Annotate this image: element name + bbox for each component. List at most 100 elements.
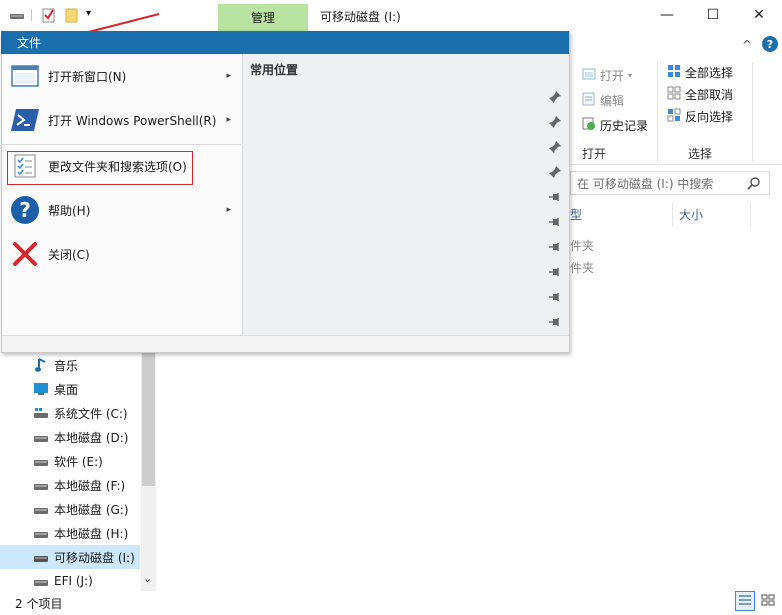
ribbon-history-button[interactable]: 历史记录 <box>582 117 648 134</box>
select-all-button[interactable]: 全部选择 <box>667 64 733 81</box>
ribbon-group-select: 选择 <box>688 147 713 161</box>
pin-icon[interactable] <box>548 90 562 107</box>
column-divider[interactable] <box>672 203 673 227</box>
pin-icon[interactable] <box>548 115 562 132</box>
nav-item[interactable]: 可移动磁盘 (I:) <box>0 545 140 569</box>
desktop-icon <box>33 382 49 396</box>
nav-item-label: EFI (J:) <box>54 574 93 588</box>
nav-item-label: 音乐 <box>54 358 79 373</box>
drive-icon[interactable] <box>9 7 25 23</box>
menu-item-label: 打开 Windows PowerShell(R) <box>48 113 217 128</box>
highlight-annotation <box>7 151 193 185</box>
menu-item[interactable]: ? 帮助(H) ▸ <box>2 188 241 232</box>
nav-item-label: 本地磁盘 (F:) <box>54 478 126 493</box>
ribbon-divider <box>752 62 753 162</box>
edit-icon <box>582 92 596 109</box>
chevron-right-icon: ▸ <box>226 71 231 81</box>
thumbnail-view-icon <box>761 594 775 609</box>
nav-scrollbar-thumb[interactable] <box>142 353 155 486</box>
unpinned-pin-icon[interactable] <box>548 290 562 307</box>
chevron-down-icon: ▾ <box>628 71 633 80</box>
collapse-ribbon-icon[interactable]: ^ <box>742 38 752 52</box>
edit-label: 编辑 <box>600 94 625 108</box>
menu-item-label: 打开新窗口(N) <box>48 69 127 84</box>
pin-icon[interactable] <box>548 140 562 157</box>
menu-item[interactable]: 关闭(C) <box>2 232 241 276</box>
details-view-button[interactable] <box>735 591 755 611</box>
menu-item[interactable]: 打开 Windows PowerShell(R) ▸ <box>2 98 241 142</box>
nav-item-label: 系统文件 (C:) <box>54 406 128 421</box>
invert-select-icon <box>667 108 681 125</box>
common-locations-title: 常用位置 <box>250 63 299 77</box>
drive-icon <box>33 574 49 588</box>
nav-item[interactable]: 音乐 <box>0 353 140 377</box>
menu-item-label: 帮助(H) <box>48 203 91 218</box>
status-bar <box>0 593 782 615</box>
ribbon-edit-button[interactable]: 编辑 <box>582 92 624 109</box>
invert-select-label: 反向选择 <box>685 110 734 124</box>
drive-icon <box>33 526 49 540</box>
nav-item[interactable]: 桌面 <box>0 377 140 401</box>
thumbnail-view-button[interactable] <box>758 591 778 611</box>
file-row-type[interactable]: 件夹 <box>570 237 594 254</box>
svg-text:?: ? <box>19 198 31 222</box>
details-view-icon <box>738 594 752 609</box>
search-input[interactable]: 在 可移动磁盘 (I:) 中搜索 <box>570 171 770 195</box>
open-icon <box>582 67 596 84</box>
close-button[interactable]: ✕ <box>736 0 782 30</box>
unpinned-pin-icon[interactable] <box>548 190 562 207</box>
nav-item[interactable]: EFI (J:) <box>0 569 140 593</box>
maximize-button[interactable]: ☐ <box>690 0 736 30</box>
select-all-label: 全部选择 <box>685 66 734 80</box>
ribbon-divider <box>657 62 658 162</box>
scroll-down-icon[interactable]: ⌄ <box>143 572 152 585</box>
unpinned-pin-icon[interactable] <box>548 240 562 257</box>
unpinned-pin-icon[interactable] <box>548 315 562 332</box>
chevron-right-icon: ▸ <box>226 205 231 215</box>
nav-item-label: 本地磁盘 (H:) <box>54 526 129 541</box>
music-icon <box>33 358 49 372</box>
nav-item[interactable]: 本地磁盘 (H:) <box>0 521 140 545</box>
chevron-right-icon: ▸ <box>226 115 231 125</box>
open-label: 打开 <box>600 69 625 83</box>
removable-drive-icon <box>33 550 49 564</box>
nav-item[interactable]: 系统文件 (C:) <box>0 401 140 425</box>
column-divider[interactable] <box>750 203 751 227</box>
ribbon-group-open: 打开 <box>582 147 607 161</box>
search-icon <box>747 176 761 193</box>
search-placeholder: 在 可移动磁盘 (I:) 中搜索 <box>577 176 714 191</box>
system-drive-icon <box>33 406 49 420</box>
history-label: 历史记录 <box>600 119 649 133</box>
nav-item[interactable]: 本地磁盘 (F:) <box>0 473 140 497</box>
invert-select-button[interactable]: 反向选择 <box>667 108 733 125</box>
menu-item-label: 关闭(C) <box>48 247 90 262</box>
nav-item-label: 桌面 <box>54 382 79 397</box>
close-x-icon <box>10 239 40 269</box>
column-header-type[interactable]: 型 <box>570 206 582 223</box>
file-row-type[interactable]: 件夹 <box>570 259 594 276</box>
drive-icon <box>33 430 49 444</box>
select-none-button[interactable]: 全部取消 <box>667 86 733 103</box>
ribbon-open-button[interactable]: 打开 ▾ <box>582 67 632 84</box>
tab-manage[interactable]: 管理 <box>218 4 308 31</box>
nav-item[interactable]: 软件 (E:) <box>0 449 140 473</box>
history-icon <box>582 117 596 134</box>
unpinned-pin-icon[interactable] <box>548 215 562 232</box>
nav-item-label: 本地磁盘 (D:) <box>54 430 129 445</box>
drive-icon <box>33 454 49 468</box>
drive-icon <box>33 502 49 516</box>
item-count: 2 个项目 <box>15 597 63 611</box>
window-icon <box>10 61 40 91</box>
menu-item[interactable]: 打开新窗口(N) ▸ <box>2 54 241 98</box>
help-icon[interactable]: ? <box>762 36 778 52</box>
file-menu-header <box>1 31 569 54</box>
column-header-size[interactable]: 大小 <box>679 206 703 223</box>
unpinned-pin-icon[interactable] <box>548 265 562 282</box>
nav-item[interactable]: 本地磁盘 (G:) <box>0 497 140 521</box>
select-none-icon <box>667 86 681 103</box>
tab-file[interactable]: 文件 <box>1 31 57 54</box>
nav-item[interactable]: 本地磁盘 (D:) <box>0 425 140 449</box>
minimize-button[interactable]: — <box>644 0 690 30</box>
pin-icon[interactable] <box>548 165 562 182</box>
select-none-label: 全部取消 <box>685 88 734 102</box>
